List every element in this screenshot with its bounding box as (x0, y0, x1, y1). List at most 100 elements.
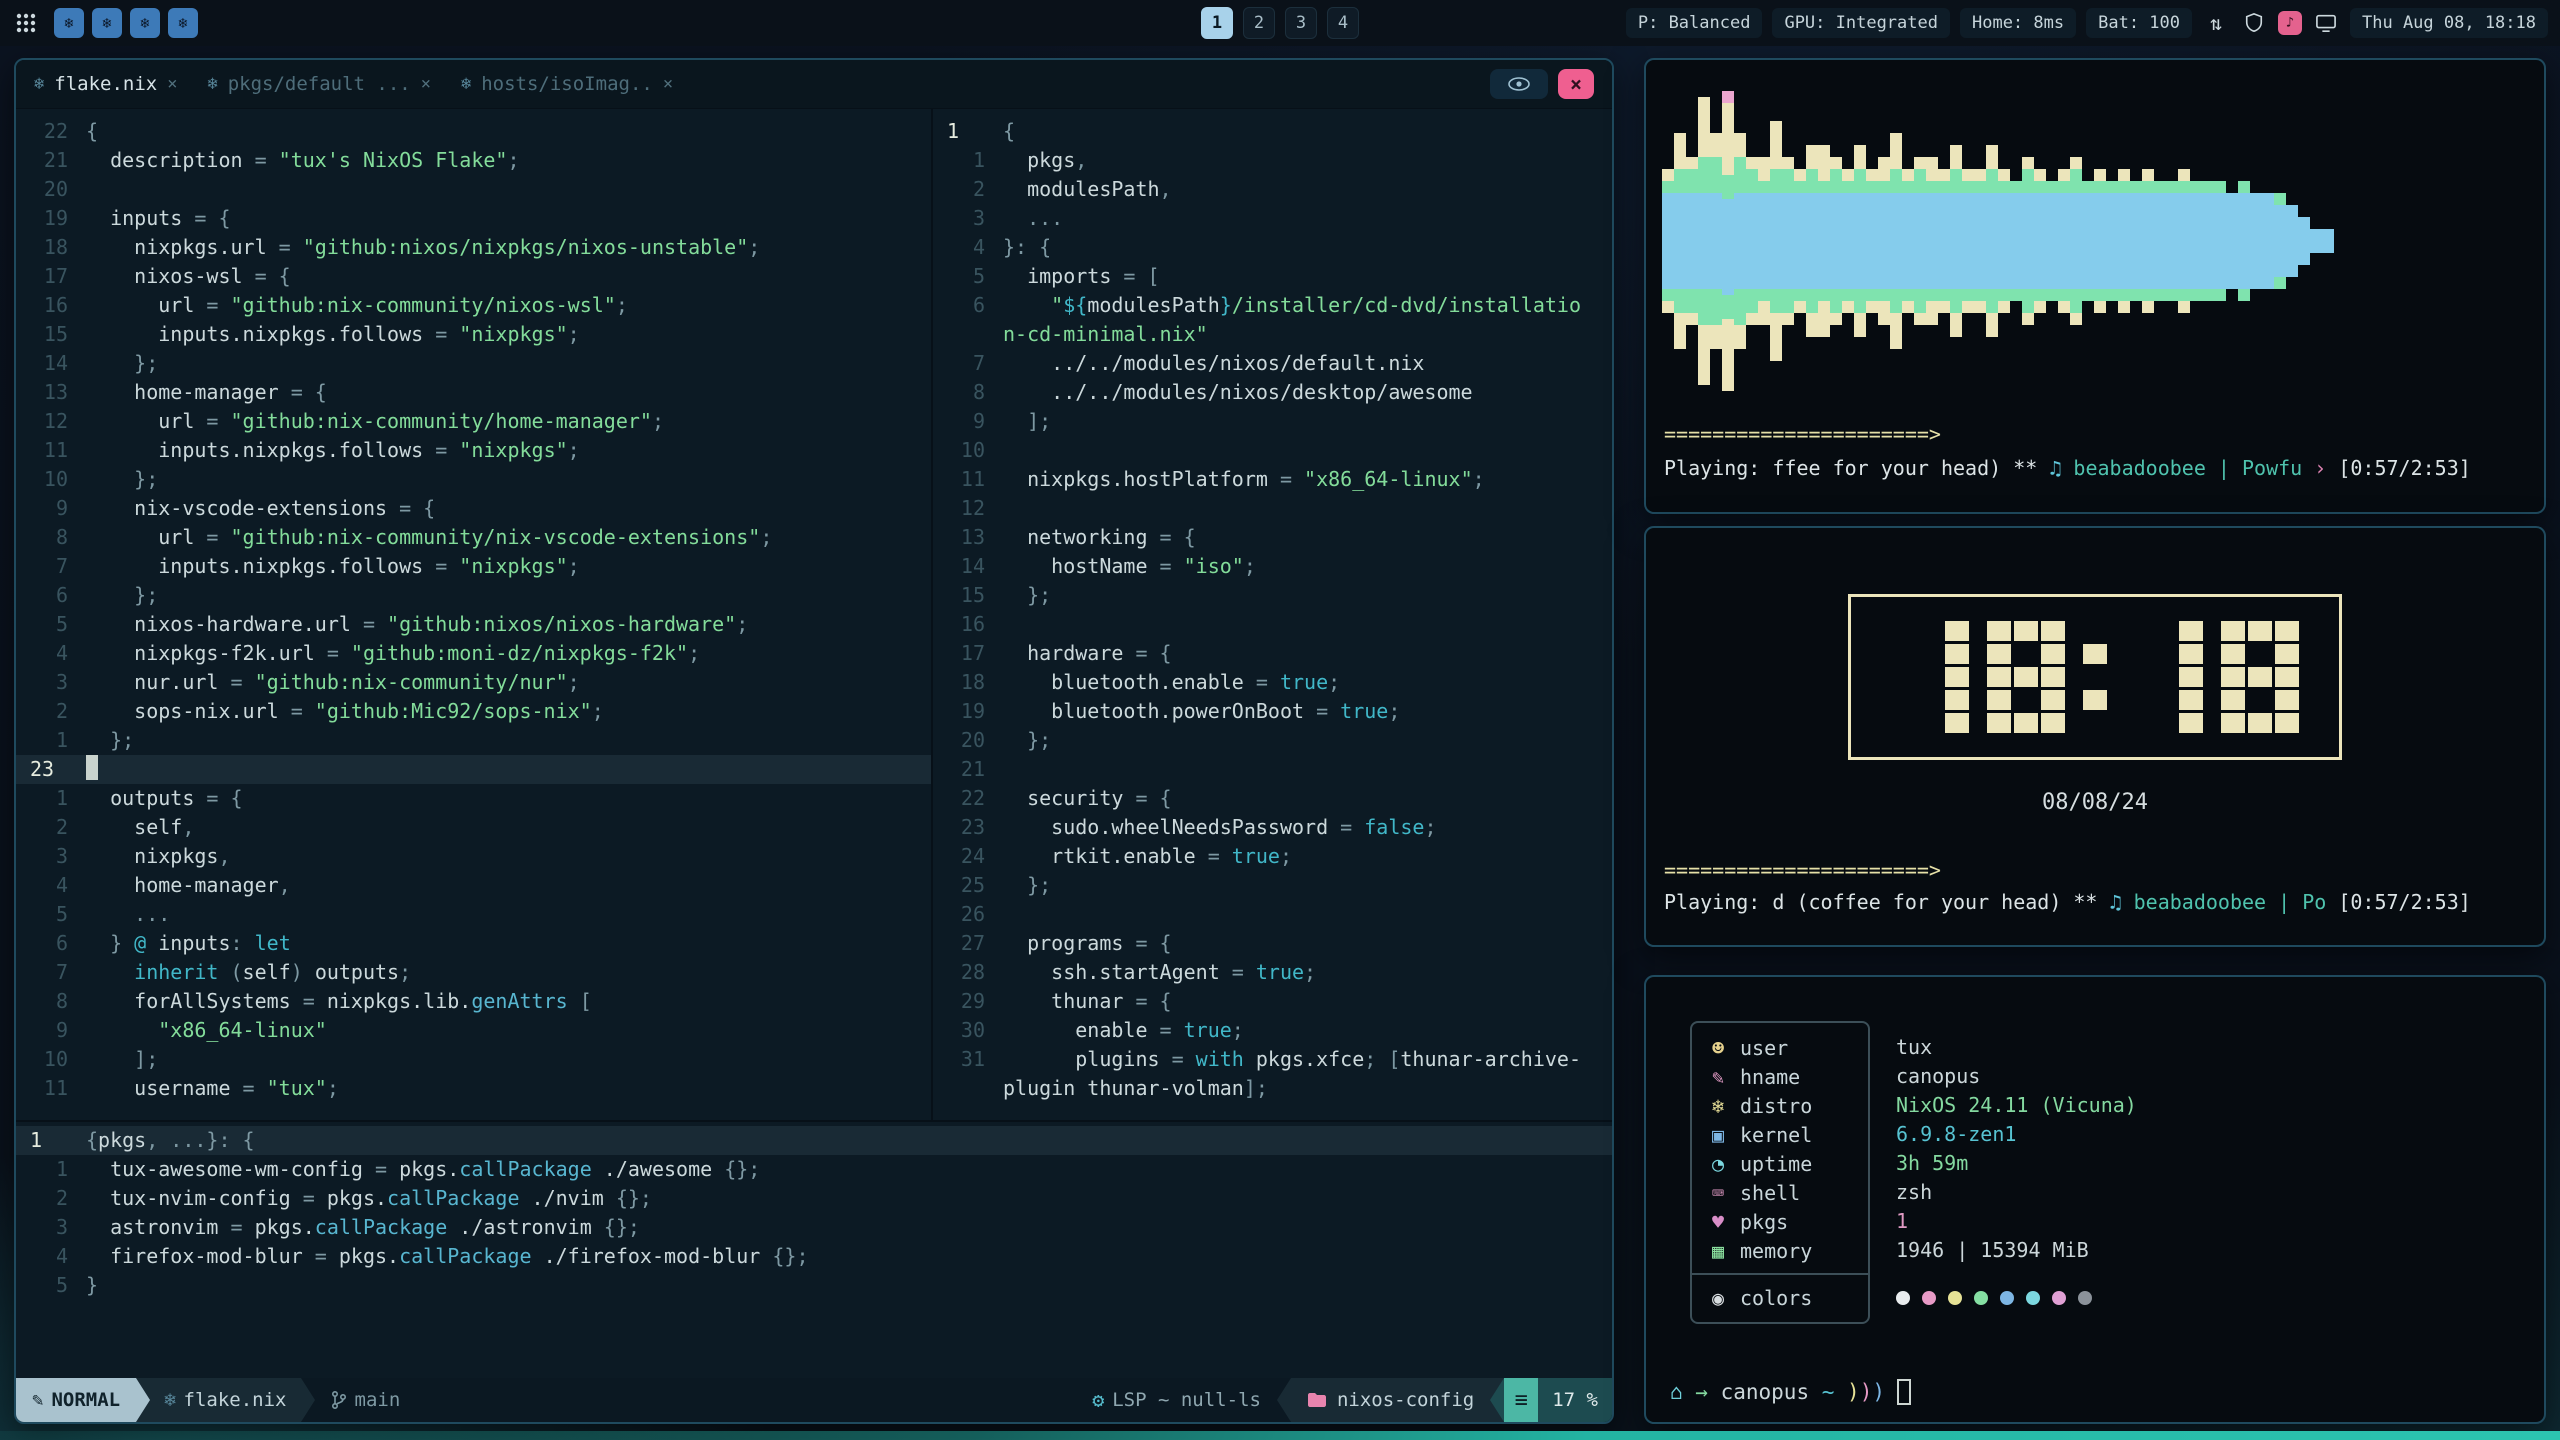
code-line[interactable]: 4 nixpkgs-f2k.url = "github:moni-dz/nixp… (16, 639, 931, 668)
close-tab-icon[interactable]: × (663, 74, 673, 94)
eye-toggle-button[interactable] (1490, 69, 1548, 99)
editor-tab-1[interactable]: ❄flake.nix× (34, 73, 177, 95)
screenshot-icon[interactable] (2312, 8, 2340, 38)
code-line[interactable]: 9 ]; (933, 407, 1612, 436)
workspace-tag-1[interactable]: ❄ (54, 8, 84, 38)
code-line[interactable]: 1 outputs = { (16, 784, 931, 813)
power-profile-status[interactable]: P: Balanced (1626, 8, 1763, 38)
code-line[interactable]: 16 (933, 610, 1612, 639)
code-line[interactable]: 21 description = "tux's NixOS Flake"; (16, 146, 931, 175)
code-line[interactable]: plugin thunar-volman]; (933, 1074, 1612, 1103)
code-line[interactable]: 5 imports = [ (933, 262, 1612, 291)
code-line[interactable]: 22 security = { (933, 784, 1612, 813)
code-line[interactable]: 11 username = "tux"; (16, 1074, 931, 1103)
battery-status[interactable]: Bat: 100 (2086, 8, 2192, 38)
code-line[interactable]: 2 self, (16, 813, 931, 842)
code-line[interactable]: 19 inputs = { (16, 204, 931, 233)
code-line[interactable]: 14 }; (16, 349, 931, 378)
code-line[interactable]: 3 astronvim = pkgs.callPackage ./astronv… (16, 1213, 1612, 1242)
code-line[interactable]: 11 nixpkgs.hostPlatform = "x86_64-linux"… (933, 465, 1612, 494)
code-line[interactable]: 23 (16, 755, 931, 784)
code-line[interactable]: 4 firefox-mod-blur = pkgs.callPackage ./… (16, 1242, 1612, 1271)
code-line[interactable]: 6 } @ inputs: let (16, 929, 931, 958)
tab-1[interactable]: 1 (1201, 7, 1233, 39)
code-line[interactable]: 8 forAllSystems = nixpkgs.lib.genAttrs [ (16, 987, 931, 1016)
tab-4[interactable]: 4 (1327, 7, 1359, 39)
code-line[interactable]: 21 (933, 755, 1612, 784)
code-line[interactable]: 26 (933, 900, 1612, 929)
workspace-tag-4[interactable]: ❄ (168, 8, 198, 38)
home-latency-status[interactable]: Home: 8ms (1960, 8, 2076, 38)
code-line[interactable]: n-cd-minimal.nix" (933, 320, 1612, 349)
tab-2[interactable]: 2 (1243, 7, 1275, 39)
code-line[interactable]: 15 inputs.nixpkgs.follows = "nixpkgs"; (16, 320, 931, 349)
code-line[interactable]: 8 ../../modules/nixos/desktop/awesome (933, 378, 1612, 407)
app-launcher-button[interactable] (12, 8, 40, 38)
code-line[interactable]: 2 modulesPath, (933, 175, 1612, 204)
code-line[interactable]: 7 ../../modules/nixos/default.nix (933, 349, 1612, 378)
close-tab-icon[interactable]: × (167, 74, 177, 94)
code-line[interactable]: 10 (933, 436, 1612, 465)
code-line[interactable]: 8 url = "github:nix-community/nix-vscode… (16, 523, 931, 552)
code-line[interactable]: 10 }; (16, 465, 931, 494)
code-line[interactable]: 27 programs = { (933, 929, 1612, 958)
music-icon[interactable]: ♪ (2278, 11, 2302, 35)
code-line[interactable]: 28 ssh.startAgent = true; (933, 958, 1612, 987)
code-line[interactable]: 2 sops-nix.url = "github:Mic92/sops-nix"… (16, 697, 931, 726)
code-line[interactable]: 3 ... (933, 204, 1612, 233)
code-line[interactable]: 11 inputs.nixpkgs.follows = "nixpkgs"; (16, 436, 931, 465)
code-line[interactable]: 24 rtkit.enable = true; (933, 842, 1612, 871)
code-line[interactable]: 3 nixpkgs, (16, 842, 931, 871)
workspace-tag-2[interactable]: ❄ (92, 8, 122, 38)
code-line[interactable]: 6 "${modulesPath}/installer/cd-dvd/insta… (933, 291, 1612, 320)
shell-prompt[interactable]: ⌂ → canopus ~ ))) (1670, 1379, 1911, 1405)
code-line[interactable]: 1{pkgs, ...}: { (16, 1126, 1612, 1155)
code-line[interactable]: 20 (16, 175, 931, 204)
code-line[interactable]: 9 "x86_64-linux" (16, 1016, 931, 1045)
tab-3[interactable]: 3 (1285, 7, 1317, 39)
code-line[interactable]: 4}: { (933, 233, 1612, 262)
code-line[interactable]: 17 hardware = { (933, 639, 1612, 668)
code-line[interactable]: 19 bluetooth.powerOnBoot = true; (933, 697, 1612, 726)
code-line[interactable]: 17 nixos-wsl = { (16, 262, 931, 291)
code-line[interactable]: 31 plugins = with pkgs.xfce; [thunar-arc… (933, 1045, 1612, 1074)
shield-icon[interactable] (2240, 8, 2268, 38)
code-line[interactable]: 10 ]; (16, 1045, 931, 1074)
code-line[interactable]: 7 inputs.nixpkgs.follows = "nixpkgs"; (16, 552, 931, 581)
code-line[interactable]: 20 }; (933, 726, 1612, 755)
git-branch[interactable]: main (315, 1389, 417, 1411)
code-line[interactable]: 29 thunar = { (933, 987, 1612, 1016)
close-tab-icon[interactable]: × (421, 74, 431, 94)
code-line[interactable]: 14 hostName = "iso"; (933, 552, 1612, 581)
code-line[interactable]: 5 ... (16, 900, 931, 929)
code-line[interactable]: 5} (16, 1271, 1612, 1300)
code-line[interactable]: 12 url = "github:nix-community/home-mana… (16, 407, 931, 436)
code-line[interactable]: 7 inherit (self) outputs; (16, 958, 931, 987)
code-line[interactable]: 1 }; (16, 726, 931, 755)
code-line[interactable]: 16 url = "github:nix-community/nixos-wsl… (16, 291, 931, 320)
code-line[interactable]: 4 home-manager, (16, 871, 931, 900)
code-line[interactable]: 25 }; (933, 871, 1612, 900)
code-line[interactable]: 30 enable = true; (933, 1016, 1612, 1045)
editor-tab-2[interactable]: ❄pkgs/default ...× (207, 73, 431, 95)
code-line[interactable]: 2 tux-nvim-config = pkgs.callPackage ./n… (16, 1184, 1612, 1213)
code-line[interactable]: 3 nur.url = "github:nix-community/nur"; (16, 668, 931, 697)
code-line[interactable]: 18 bluetooth.enable = true; (933, 668, 1612, 697)
code-line[interactable]: 15 }; (933, 581, 1612, 610)
close-window-button[interactable]: × (1558, 69, 1594, 99)
gpu-status[interactable]: GPU: Integrated (1772, 8, 1950, 38)
code-line[interactable]: 23 sudo.wheelNeedsPassword = false; (933, 813, 1612, 842)
code-line[interactable]: 1{ (933, 117, 1612, 146)
code-line[interactable]: 13 networking = { (933, 523, 1612, 552)
code-line[interactable]: 5 nixos-hardware.url = "github:nixos/nix… (16, 610, 931, 639)
code-line[interactable]: 9 nix-vscode-extensions = { (16, 494, 931, 523)
code-line[interactable]: 18 nixpkgs.url = "github:nixos/nixpkgs/n… (16, 233, 931, 262)
editor-tab-3[interactable]: ❄hosts/isoImag..× (461, 73, 673, 95)
code-line[interactable]: 6 }; (16, 581, 931, 610)
code-line[interactable]: 1 tux-awesome-wm-config = pkgs.callPacka… (16, 1155, 1612, 1184)
code-line[interactable]: 1 pkgs, (933, 146, 1612, 175)
code-line[interactable]: 12 (933, 494, 1612, 523)
code-line[interactable]: 13 home-manager = { (16, 378, 931, 407)
code-line[interactable]: 22{ (16, 117, 931, 146)
project-segment[interactable]: nixos-config (1291, 1378, 1490, 1422)
